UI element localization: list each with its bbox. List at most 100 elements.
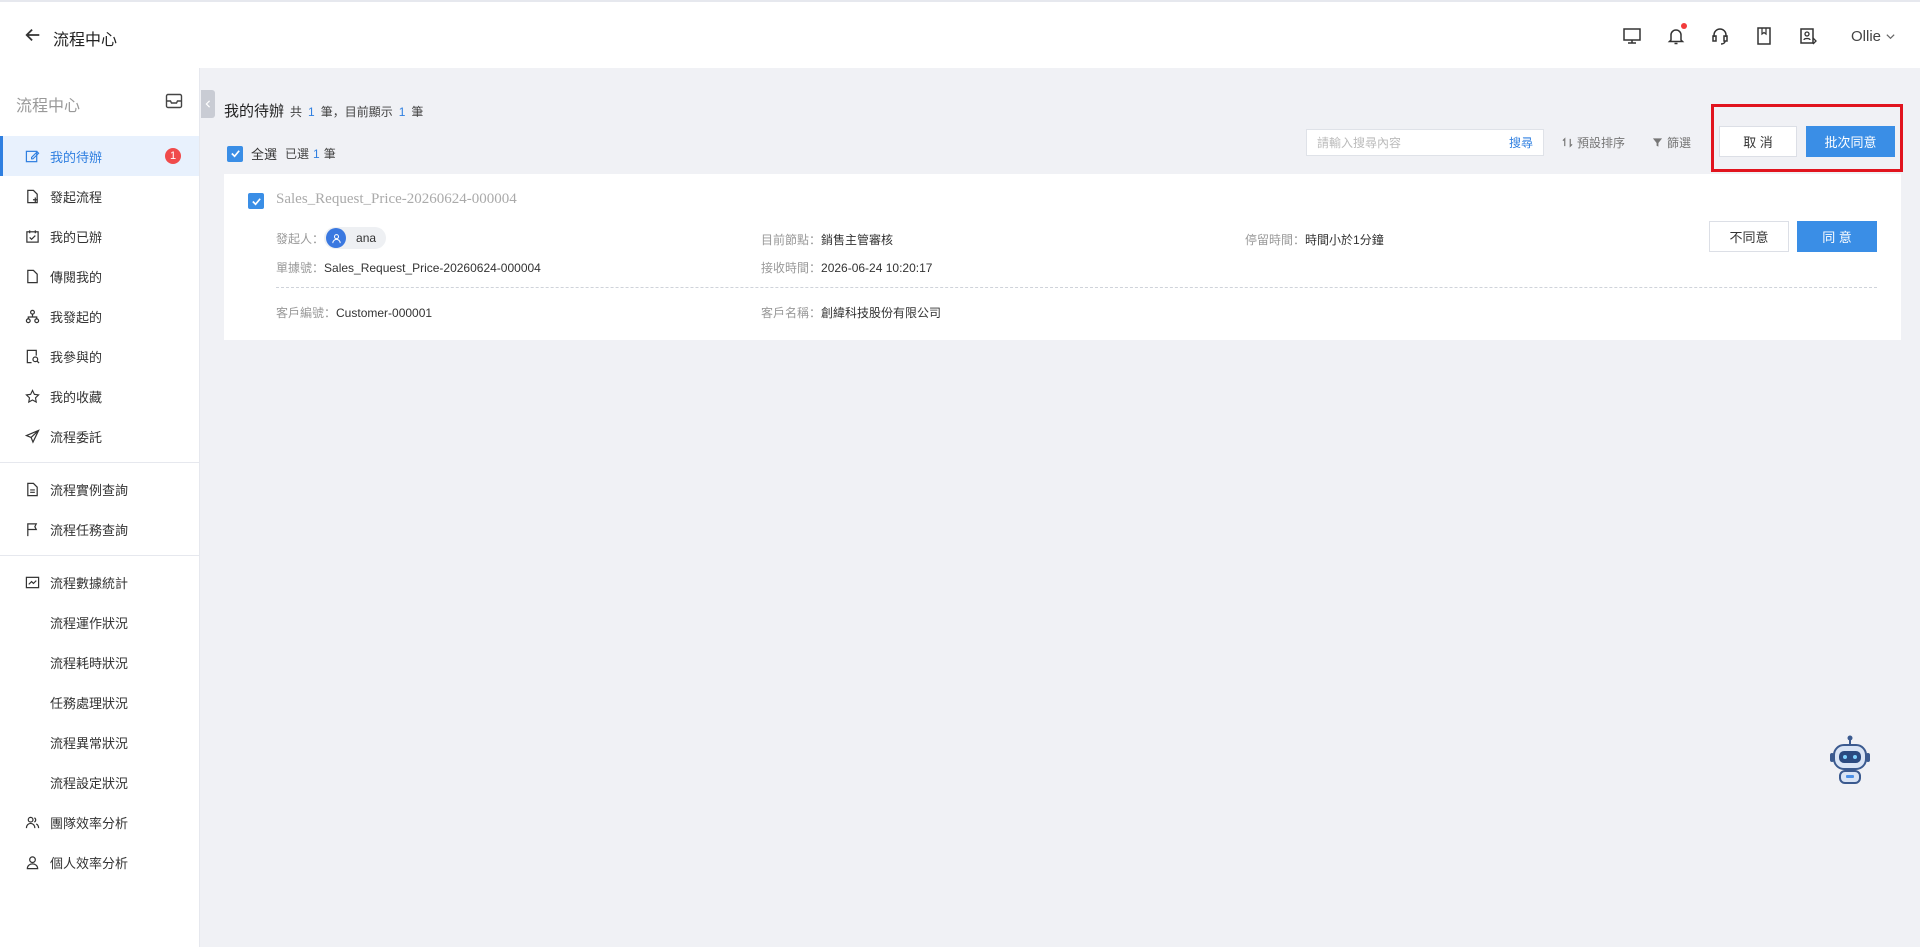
- sidebar-item-label: 流程任務查詢: [50, 522, 129, 538]
- monitor-icon[interactable]: [1621, 25, 1643, 47]
- batch-approve-button[interactable]: 批次同意: [1806, 126, 1895, 157]
- flag-icon: [24, 521, 40, 537]
- sidebar-item-label: 流程數據統計: [50, 575, 129, 591]
- stay-time-field: 停留時間： 時間小於1分鐘: [1245, 231, 1384, 248]
- sidebar-item-label: 流程運作狀況: [50, 615, 129, 631]
- todo-count-badge: 1: [165, 148, 181, 164]
- line-chart-icon: [24, 574, 40, 590]
- check-icon: [251, 197, 261, 205]
- receive-time-label: 接收時間：: [761, 261, 822, 275]
- back-arrow-icon[interactable]: [22, 24, 44, 46]
- customer-number-label: 客戶編號：: [276, 306, 337, 320]
- sidebar-item-task-status[interactable]: 任務處理狀況: [0, 682, 199, 722]
- sidebar-item-duration-status[interactable]: 流程耗時狀況: [0, 642, 199, 682]
- receive-time-value: 2026-06-24 10:20:17: [821, 260, 933, 275]
- sidebar-collapse-button[interactable]: [201, 90, 215, 118]
- filter-button[interactable]: 篩選: [1652, 134, 1691, 151]
- document-icon: [24, 268, 40, 284]
- customer-name-field: 客戶名稱： 創緯科技股份有限公司: [761, 304, 941, 321]
- file-search-icon: [24, 348, 40, 364]
- select-all-checkbox[interactable]: [227, 145, 243, 162]
- sidebar-item-operation-status[interactable]: 流程運作狀況: [0, 602, 199, 642]
- assistant-robot-icon[interactable]: [1826, 735, 1874, 787]
- headset-icon[interactable]: [1709, 25, 1731, 47]
- stay-time-value: 時間小於1分鐘: [1305, 233, 1384, 247]
- sidebar-item-my-done[interactable]: 我的已辦: [0, 216, 199, 256]
- sidebar-item-my-participated[interactable]: 我參與的: [0, 336, 199, 376]
- initiator-label: 發起人：: [276, 231, 325, 246]
- sidebar-item-team-efficiency[interactable]: 團隊效率分析: [0, 802, 199, 842]
- sort-label: 預設排序: [1577, 136, 1626, 150]
- file-search-icon: [24, 481, 40, 497]
- sidebar-item-start-process[interactable]: 發起流程: [0, 176, 199, 216]
- search-box: 搜尋: [1306, 129, 1544, 156]
- sidebar-title: 流程中心: [16, 98, 81, 115]
- sidebar-item-label: 流程設定狀況: [50, 775, 129, 791]
- sidebar-item-label: 我的待辦: [50, 149, 103, 165]
- item-checkbox[interactable]: [248, 193, 264, 209]
- doc-number-field: 單據號： Sales_Request_Price-20260624-000004: [276, 259, 541, 276]
- page-title: 我的待辦: [224, 103, 285, 120]
- sidebar-item-task-query[interactable]: 流程任務查詢: [0, 509, 199, 549]
- user-menu[interactable]: Ollie: [1851, 28, 1896, 45]
- customer-name-label: 客戶名稱：: [761, 306, 822, 320]
- app-title: 流程中心: [53, 32, 118, 49]
- check-icon: [230, 150, 240, 158]
- sidebar-item-label: 我參與的: [50, 349, 103, 365]
- sidebar-item-label: 流程委託: [50, 429, 103, 445]
- search-input[interactable]: [1307, 130, 1499, 155]
- sidebar: 流程中心 我的待辦 1 發起流程 我的已辦 傳閱我的 我發起的 我參與的 我的收…: [0, 68, 200, 947]
- top-bar: 流程中心 Ollie: [0, 0, 1920, 68]
- doc-number-label: 單據號：: [276, 261, 325, 275]
- chevron-down-icon: [1886, 33, 1895, 39]
- agree-button[interactable]: 同 意: [1797, 221, 1877, 252]
- selected-count: 已選 1 筆: [285, 147, 336, 161]
- user-card-icon[interactable]: [1797, 25, 1819, 47]
- book-icon[interactable]: [1753, 25, 1775, 47]
- edit-icon: [24, 148, 40, 164]
- cancel-button[interactable]: 取 消: [1719, 126, 1797, 157]
- sidebar-item-label: 個人效率分析: [50, 855, 129, 871]
- sidebar-item-label: 我的已辦: [50, 229, 103, 245]
- sidebar-item-my-todo[interactable]: 我的待辦 1: [0, 136, 199, 176]
- current-node-label: 目前節點：: [761, 233, 822, 247]
- sidebar-item-statistics[interactable]: 流程數據統計: [0, 562, 199, 602]
- file-plus-icon: [24, 188, 40, 204]
- sidebar-item-my-initiated[interactable]: 我發起的: [0, 296, 199, 336]
- search-button[interactable]: 搜尋: [1499, 134, 1543, 151]
- page-title-row: 我的待辦 共 1 筆，目前顯示 1 筆: [224, 100, 423, 121]
- filter-icon: [1652, 138, 1663, 147]
- card-divider: [276, 287, 1877, 288]
- initiator-chip[interactable]: ana: [324, 227, 387, 249]
- sidebar-item-label: 我發起的: [50, 309, 103, 325]
- sidebar-item-personal-efficiency[interactable]: 個人效率分析: [0, 842, 199, 882]
- person-icon: [24, 854, 40, 870]
- record-count: 共 1 筆，目前顯示 1 筆: [290, 105, 424, 119]
- bell-icon[interactable]: [1665, 23, 1687, 47]
- sidebar-item-label: 流程實例查詢: [50, 482, 129, 498]
- send-icon: [24, 428, 40, 444]
- disagree-button[interactable]: 不同意: [1709, 221, 1789, 252]
- todo-card: Sales_Request_Price-20260624-000004 發起人：…: [224, 174, 1901, 340]
- sidebar-item-instance-query[interactable]: 流程實例查詢: [0, 469, 199, 509]
- customer-number-field: 客戶編號： Customer-000001: [276, 304, 432, 321]
- doc-number-value: Sales_Request_Price-20260624-000004: [324, 260, 541, 275]
- receive-time-field: 接收時間： 2026-06-24 10:20:17: [761, 259, 932, 276]
- select-all-label[interactable]: 全選: [251, 144, 277, 163]
- card-title[interactable]: Sales_Request_Price-20260624-000004: [276, 191, 517, 208]
- inbox-icon[interactable]: [165, 93, 183, 109]
- sort-button[interactable]: 預設排序: [1562, 134, 1625, 151]
- sidebar-item-delegation[interactable]: 流程委託: [0, 416, 199, 456]
- sidebar-item-exception-status[interactable]: 流程異常狀況: [0, 722, 199, 762]
- sidebar-item-label: 我的收藏: [50, 389, 103, 405]
- sidebar-item-circulated[interactable]: 傳閱我的: [0, 256, 199, 296]
- stay-time-label: 停留時間：: [1245, 233, 1306, 247]
- sidebar-item-label: 流程異常狀況: [50, 735, 129, 751]
- filter-label: 篩選: [1667, 136, 1692, 150]
- sidebar-divider: [0, 555, 199, 556]
- sidebar-item-config-status[interactable]: 流程設定狀況: [0, 762, 199, 802]
- calendar-check-icon: [24, 228, 40, 244]
- sidebar-item-label: 傳閱我的: [50, 269, 103, 285]
- initiator-field: 發起人： ana: [276, 227, 387, 249]
- sidebar-item-favorites[interactable]: 我的收藏: [0, 376, 199, 416]
